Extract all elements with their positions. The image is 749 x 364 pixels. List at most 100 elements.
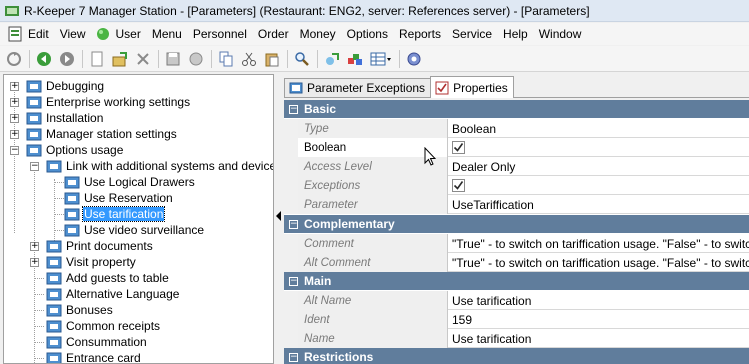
toolbar-separator — [399, 49, 400, 68]
property-value[interactable]: Use tarification — [449, 329, 749, 348]
section-collapse-icon[interactable]: − — [289, 276, 298, 286]
grid-dropdown-button[interactable] — [368, 49, 394, 69]
tree-expander[interactable]: + — [10, 114, 19, 123]
property-row-alt-name[interactable]: Alt Name Use tarification — [284, 291, 749, 310]
tree-item-use-logical-drawers[interactable]: Use Logical Drawers — [64, 174, 196, 190]
tree-item-alternative-language[interactable]: Alternative Language — [46, 286, 180, 302]
section-basic[interactable]: − Basic — [284, 100, 749, 118]
property-value[interactable]: UseTariffication — [449, 195, 749, 214]
menu-options[interactable]: Options — [342, 24, 394, 44]
property-row-alt-comment[interactable]: Alt Comment "True" - to switch on tariff… — [284, 253, 749, 272]
tree-expander[interactable]: − — [10, 146, 19, 155]
tree-item-label: Consummation — [66, 335, 147, 349]
export-button[interactable] — [110, 49, 130, 69]
property-value[interactable] — [449, 176, 749, 195]
property-value[interactable]: "True" - to switch on tariffication usag… — [449, 234, 749, 253]
menu-reports[interactable]: Reports — [394, 24, 447, 44]
tree-expander[interactable]: + — [30, 258, 39, 267]
property-grid[interactable]: − Basic Type Boolean Boolean Access Leve… — [284, 100, 749, 364]
tree-item-consummation[interactable]: Consummation — [46, 334, 148, 350]
tree-item-label: Print documents — [66, 239, 153, 253]
tree-item-enterprise-working-settings[interactable]: Enterprise working settings — [26, 94, 191, 110]
settings-button[interactable] — [404, 49, 424, 69]
tree-expander[interactable]: + — [30, 242, 39, 251]
refresh-button[interactable] — [4, 49, 24, 69]
tree-expander[interactable]: − — [30, 162, 39, 171]
menu-bar: Edit View User Menu Personnel Order Mone… — [0, 23, 749, 45]
copy-button[interactable] — [216, 49, 236, 69]
section-main[interactable]: − Main — [284, 272, 749, 290]
search-button[interactable] — [292, 49, 312, 69]
parameters-tree[interactable]: Debugging + Enterprise working settings … — [3, 74, 274, 364]
tree-item-link-with-additional-systems[interactable]: Link with additional systems and devices — [46, 158, 273, 174]
forward-button[interactable] — [57, 49, 77, 69]
menu-window[interactable]: Window — [534, 24, 588, 44]
property-row-comment[interactable]: Comment "True" - to switch on tarifficat… — [284, 234, 749, 253]
copy-icon — [219, 51, 233, 66]
tree-expander[interactable]: + — [10, 130, 19, 139]
tree-item-bonuses[interactable]: Bonuses — [46, 302, 114, 318]
paste-button[interactable] — [262, 49, 282, 69]
exceptions-checkbox[interactable] — [452, 179, 465, 192]
tree-item-debugging[interactable]: Debugging — [26, 78, 105, 94]
tree-item-installation[interactable]: Installation — [26, 110, 104, 126]
property-row-boolean[interactable]: Boolean — [284, 138, 749, 157]
tree-expander[interactable]: + — [10, 82, 19, 91]
tree-item-manager-station-settings[interactable]: Manager station settings — [26, 126, 178, 142]
delete-button[interactable] — [133, 49, 153, 69]
property-value[interactable]: Use tarification — [449, 291, 749, 310]
menu-money[interactable]: Money — [295, 24, 342, 44]
menu-user[interactable]: User — [91, 24, 146, 44]
property-value[interactable] — [449, 138, 749, 157]
property-row-type[interactable]: Type Boolean — [284, 119, 749, 138]
menu-view[interactable]: View — [55, 24, 92, 44]
section-restrictions[interactable]: − Restrictions — [284, 348, 749, 364]
collapse-arrow-icon[interactable] — [276, 211, 281, 221]
section-collapse-icon[interactable]: − — [289, 104, 298, 114]
menu-service[interactable]: Service — [447, 24, 498, 44]
property-row-access-level[interactable]: Access Level Dealer Only — [284, 157, 749, 176]
section-collapse-icon[interactable]: − — [289, 219, 298, 229]
tree-item-print-documents[interactable]: Print documents — [46, 238, 154, 254]
tab-properties[interactable]: Properties — [430, 76, 514, 98]
menu-edit[interactable]: Edit — [2, 24, 55, 44]
boolean-checkbox[interactable] — [452, 141, 465, 154]
menu-personnel[interactable]: Personnel — [188, 24, 253, 44]
property-value[interactable]: Dealer Only — [449, 157, 749, 176]
tree-item-common-receipts[interactable]: Common receipts — [46, 318, 161, 334]
tree-item-entrance-card[interactable]: Entrance card — [46, 350, 142, 363]
back-button[interactable] — [34, 49, 54, 69]
property-value[interactable]: "True" - to switch on tariffication usag… — [449, 253, 749, 272]
tool-button-1[interactable] — [322, 49, 342, 69]
tab-parameter-exceptions[interactable]: Parameter Exceptions — [284, 78, 432, 97]
tree-item-use-reservation[interactable]: Use Reservation — [64, 190, 174, 206]
property-value[interactable]: 159 — [449, 310, 749, 329]
property-row-name[interactable]: Name Use tarification — [284, 329, 749, 348]
tree-item-options-usage[interactable]: Options usage — [26, 142, 124, 158]
property-row-parameter[interactable]: Parameter UseTariffication — [284, 195, 749, 214]
panel-splitter[interactable] — [276, 74, 282, 364]
menu-help[interactable]: Help — [498, 24, 534, 44]
tree-item-use-video-surveillance[interactable]: Use video surveillance — [64, 222, 205, 238]
parameter-node-icon — [46, 336, 62, 349]
cancel-button[interactable] — [186, 49, 206, 69]
tree-guide-line — [34, 358, 44, 359]
tree-item-add-guests-to-table[interactable]: Add guests to table — [46, 270, 170, 286]
section-title: Restrictions — [304, 350, 374, 364]
tree-expander[interactable]: + — [10, 98, 19, 107]
property-value[interactable]: Boolean — [449, 119, 749, 138]
section-collapse-icon[interactable]: − — [289, 352, 298, 362]
menu-order[interactable]: Order — [253, 24, 295, 44]
save-button[interactable] — [163, 49, 183, 69]
tree-item-use-tarification[interactable]: Use tarification — [64, 206, 166, 222]
tree-item-visit-property[interactable]: Visit property — [46, 254, 137, 270]
colors-icon — [348, 53, 362, 65]
property-row-exceptions[interactable]: Exceptions — [284, 176, 749, 195]
cut-button[interactable] — [239, 49, 259, 69]
window-title: R-Keeper 7 Manager Station - [Parameters… — [24, 3, 590, 18]
tool-button-2[interactable] — [345, 49, 365, 69]
menu-menu[interactable]: Menu — [147, 24, 188, 44]
section-complementary[interactable]: − Complementary — [284, 215, 749, 233]
new-button[interactable] — [87, 49, 107, 69]
property-row-ident[interactable]: Ident 159 — [284, 310, 749, 329]
